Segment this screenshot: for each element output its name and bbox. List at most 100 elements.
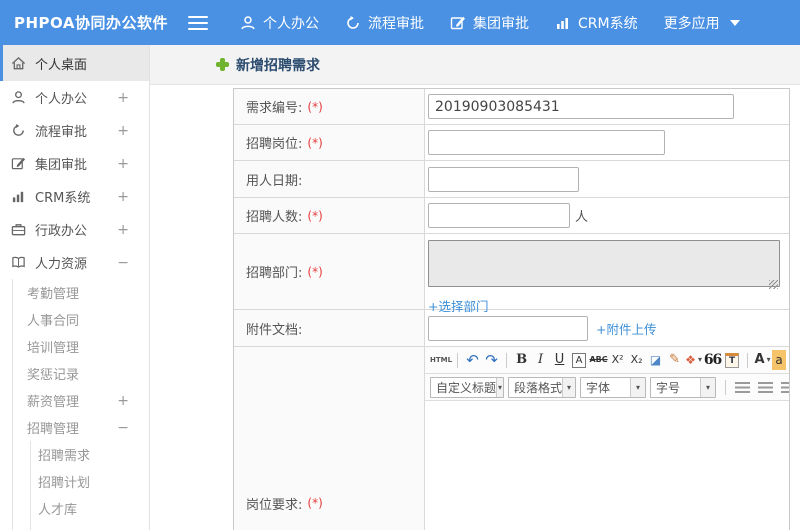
sidebar-item-personal-office[interactable]: 个人办公 + (0, 81, 149, 114)
resize-handle-icon[interactable] (769, 280, 778, 289)
field-value: +附件上传 (425, 310, 789, 346)
italic-button[interactable]: I (531, 350, 550, 370)
sidebar-item-attendance-mgmt[interactable]: 考勤管理 (0, 279, 149, 306)
expand-icon[interactable]: + (117, 124, 129, 138)
font-color-button[interactable]: A ▾ (753, 350, 772, 370)
attachment-upload-link[interactable]: +附件上传 (596, 319, 656, 338)
paragraph-format-select[interactable]: 段落格式 ▾ (508, 376, 576, 398)
sidebar-item-recruitment-plan[interactable]: 招聘计划 (0, 468, 149, 495)
palette-icon: ❖ (685, 353, 696, 367)
font-family-select[interactable]: 字体 ▾ (580, 376, 646, 398)
request-number-input[interactable] (428, 94, 734, 119)
recruit-department-textarea[interactable] (428, 240, 780, 287)
nav-more-apps[interactable]: 更多应用 (664, 13, 740, 33)
unit-suffix: 人 (575, 210, 589, 225)
chart-icon (555, 15, 571, 31)
field-label: 需求编号: (*) (234, 89, 425, 124)
caret-down-icon: ▾ (766, 355, 771, 364)
top-navigation: 个人办公 流程审批 集团审批 CRM系统 更多应用 (240, 13, 766, 33)
nav-label: 更多应用 (663, 15, 720, 32)
align-left-icon[interactable] (735, 381, 750, 393)
color-palette-button[interactable]: ❖ ▾ (684, 350, 703, 370)
sidebar-item-group-approval[interactable]: 集团审批 + (0, 147, 149, 180)
html-source-button[interactable]: HTML (430, 350, 452, 370)
sidebar-item-recruitment-mgmt[interactable]: 招聘管理 − (0, 414, 149, 441)
sidebar-item-crm-system[interactable]: CRM系统 + (0, 180, 149, 213)
home-icon (11, 56, 26, 71)
redo-button[interactable]: ↷ (482, 350, 501, 370)
required-marker: (*) (307, 135, 323, 150)
paste-button[interactable]: T (725, 352, 740, 368)
label-text: 招聘人数: (246, 210, 303, 225)
expand-icon[interactable]: + (117, 394, 129, 408)
sidebar-item-training-mgmt[interactable]: 培训管理 (0, 333, 149, 360)
font-size-select[interactable]: 字号 ▾ (650, 376, 716, 398)
eraser-button[interactable]: ◪ (646, 350, 665, 370)
nav-label: 个人办公 (263, 15, 319, 32)
nav-personal-office[interactable]: 个人办公 (240, 13, 319, 33)
nav-workflow-approval[interactable]: 流程审批 (345, 13, 424, 33)
field-label: 招聘部门: (*) (234, 234, 425, 309)
recruitment-request-form: 需求编号: (*) 招聘岗位: (*) 用人日期: (233, 88, 790, 530)
subscript-button[interactable]: X₂ (627, 350, 646, 370)
align-center-icon[interactable] (758, 381, 773, 393)
select-value: 字号 (656, 380, 681, 395)
sidebar-item-talent-pool[interactable]: 人才库 (0, 495, 149, 522)
format-brush-button[interactable]: ✎ (665, 350, 684, 370)
collapse-icon[interactable]: − (117, 256, 129, 270)
nav-crm-system[interactable]: CRM系统 (555, 13, 638, 33)
expand-icon[interactable]: + (117, 223, 129, 237)
form-row-position: 招聘岗位: (*) (234, 125, 789, 161)
superscript-button[interactable]: X² (608, 350, 627, 370)
background-color-button[interactable]: a (772, 350, 787, 370)
expand-icon[interactable]: + (117, 157, 129, 171)
menu-toggle-button[interactable] (188, 15, 208, 30)
form-row-hire-date: 用人日期: (234, 161, 789, 198)
expand-icon[interactable]: + (117, 190, 129, 204)
nav-group-approval[interactable]: 集团审批 (450, 13, 529, 33)
required-marker: (*) (307, 264, 323, 279)
heading-style-select[interactable]: 自定义标题 ▾ (430, 376, 504, 398)
sidebar-item-reward-punishment[interactable]: 奖惩记录 (0, 360, 149, 387)
underline-button[interactable]: U (550, 350, 569, 370)
sidebar-item-admin-office[interactable]: 行政办公 + (0, 213, 149, 246)
sidebar: 个人桌面 个人办公 + 流程审批 + 集团审批 + CRM系统 + 行政办公 + (0, 45, 150, 530)
field-label: 附件文档: (234, 310, 425, 346)
label-text: 需求编号: (246, 101, 303, 116)
field-value (425, 89, 789, 124)
blockquote-button[interactable]: 66 (703, 350, 722, 370)
collapse-icon[interactable]: − (117, 421, 129, 435)
undo-button[interactable]: ↶ (463, 350, 482, 370)
hire-date-input[interactable] (428, 166, 579, 192)
strikethrough-button[interactable]: ABC (589, 350, 608, 370)
expand-icon[interactable]: + (117, 91, 129, 105)
headcount-input[interactable] (428, 203, 570, 228)
sidebar-item-label: 人才库 (38, 503, 78, 518)
app-logo: PHPOA协同办公软件 (14, 14, 168, 32)
attachment-input[interactable] (428, 315, 588, 341)
bold-button[interactable]: B (512, 350, 531, 370)
font-border-button[interactable]: A (572, 352, 587, 368)
department-textarea-wrap (428, 240, 780, 291)
field-label: 招聘人数: (*) (234, 198, 425, 233)
sidebar-item-label: 行政办公 (35, 224, 88, 239)
editor-content-area[interactable] (425, 401, 789, 530)
sidebar-item-recruitment-request[interactable]: 招聘需求 (0, 441, 149, 468)
caret-down-icon: ▾ (562, 377, 575, 397)
align-right-icon[interactable] (781, 381, 789, 393)
recruit-position-input[interactable] (428, 130, 665, 155)
workflow-icon (345, 15, 361, 31)
workflow-icon (11, 123, 26, 138)
caret-down-icon (729, 19, 740, 26)
sidebar-item-salary-mgmt[interactable]: 薪资管理 + (0, 387, 149, 414)
main-content: 新增招聘需求 需求编号: (*) 招聘岗位: (*) 用人日期: (150, 45, 800, 530)
sidebar-item-human-resources[interactable]: 人力资源 − (0, 246, 149, 279)
field-label: 岗位要求: (*) (234, 347, 425, 530)
sidebar-item-personnel-contract[interactable]: 人事合同 (0, 306, 149, 333)
sidebar-item-label: 招聘管理 (27, 422, 80, 437)
sidebar-item-workflow-approval[interactable]: 流程审批 + (0, 114, 149, 147)
toolbar-separator (457, 352, 459, 368)
sidebar-item-label: 集团审批 (35, 158, 88, 173)
sidebar-item-personal-desktop[interactable]: 个人桌面 (0, 45, 149, 81)
sidebar-group-hr: 考勤管理 人事合同 培训管理 奖惩记录 薪资管理 + 招聘管理 − 招聘需求 招… (0, 279, 149, 530)
